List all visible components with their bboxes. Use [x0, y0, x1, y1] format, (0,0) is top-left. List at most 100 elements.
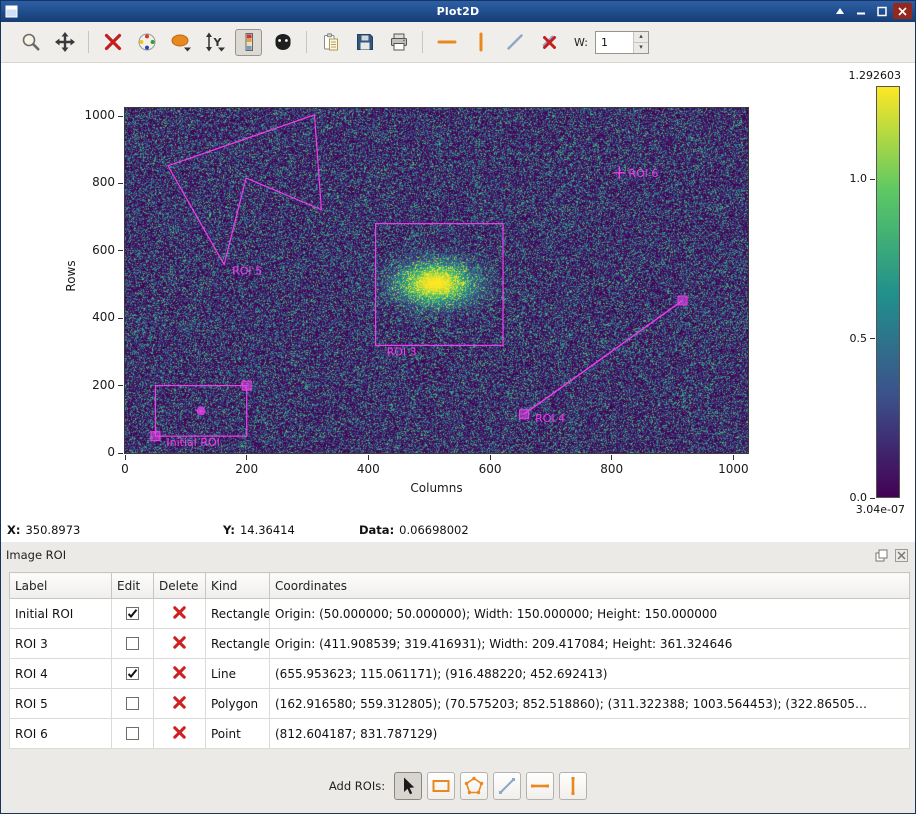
roi-table-header-row: Label Edit Delete Kind Coordinates: [10, 573, 910, 599]
roi-label: ROI 4: [535, 412, 565, 425]
pan-mode-button[interactable]: [51, 29, 78, 56]
roi-handle[interactable]: [242, 381, 251, 390]
add-roi-line-button[interactable]: [493, 772, 521, 800]
header-label[interactable]: Label: [10, 573, 112, 599]
colormap-button[interactable]: [133, 29, 160, 56]
roi-delete-cell: [154, 689, 206, 719]
minimize-button[interactable]: [851, 3, 870, 19]
titlebar[interactable]: Plot2D: [1, 1, 915, 22]
roi-coordinates-cell: (655.953623; 115.061171); (916.488220; 4…: [270, 659, 910, 689]
edit-checkbox[interactable]: [126, 727, 139, 740]
roi-table-row[interactable]: ROI 6Point(812.604187; 831.787129): [10, 719, 910, 749]
horizontal-line-roi-icon: [529, 775, 551, 797]
x-tick-mark: [246, 455, 247, 460]
spin-up-button[interactable]: ▴: [634, 32, 648, 43]
roi-handle[interactable]: [151, 432, 160, 441]
polygon-roi-icon: [463, 775, 485, 797]
add-roi-vertical-line-button[interactable]: [559, 772, 587, 800]
remove-button[interactable]: [99, 29, 126, 56]
edit-checkbox[interactable]: [126, 667, 139, 680]
save-button[interactable]: [351, 29, 378, 56]
x-tick-label: 200: [225, 462, 269, 476]
roi-coordinates-cell: (162.916580; 559.312805); (70.575203; 85…: [270, 689, 910, 719]
colorbar-tick-mark: [870, 498, 875, 499]
roi-shape-rectangle[interactable]: [376, 224, 503, 346]
x-tick-label: 0: [103, 462, 147, 476]
plot2d-window: Plot2D Y W: ▴ ▾: [0, 0, 916, 814]
copy-button[interactable]: [317, 29, 344, 56]
aspect-ratio-button[interactable]: [167, 29, 194, 56]
svg-text:Y: Y: [212, 36, 222, 49]
close-button[interactable]: [893, 3, 912, 19]
profile-diagonal-icon: [504, 31, 526, 53]
roi-label: ROI 3: [387, 345, 417, 358]
roi-table-row[interactable]: ROI 3RectangleOrigin: (411.908539; 319.4…: [10, 629, 910, 659]
roi-edit-cell: [112, 599, 154, 629]
dock-close-button[interactable]: [893, 547, 909, 563]
delete-roi-button[interactable]: [170, 694, 190, 714]
minimize-icon: [855, 6, 867, 16]
colorbar-button[interactable]: [235, 29, 262, 56]
profile-horizontal-button[interactable]: [433, 29, 460, 56]
dock-header[interactable]: Image ROI: [1, 542, 915, 568]
roi-table-row[interactable]: ROI 4Line(655.953623; 115.061171); (916.…: [10, 659, 910, 689]
edit-checkbox[interactable]: [126, 697, 139, 710]
colorbar-gradient[interactable]: [876, 86, 900, 498]
roi-handle[interactable]: [520, 410, 529, 419]
y-axis-orientation-button[interactable]: Y: [201, 29, 228, 56]
print-button[interactable]: [385, 29, 412, 56]
roi-label-cell[interactable]: ROI 5: [10, 689, 112, 719]
status-x: X:350.8973: [7, 523, 80, 537]
zoom-mode-button[interactable]: [17, 29, 44, 56]
shade-button[interactable]: [830, 3, 849, 19]
dock-title: Image ROI: [6, 548, 66, 562]
delete-x-icon: [172, 635, 187, 650]
profile-vertical-button[interactable]: [467, 29, 494, 56]
roi-label-cell[interactable]: Initial ROI: [10, 599, 112, 629]
dock-float-button[interactable]: [873, 547, 889, 563]
palette-icon: [136, 31, 158, 53]
roi-handle[interactable]: [678, 296, 687, 305]
delete-roi-button[interactable]: [170, 724, 190, 744]
x-tick-mark: [733, 455, 734, 460]
roi-label-cell[interactable]: ROI 4: [10, 659, 112, 689]
add-roi-rectangle-button[interactable]: [427, 772, 455, 800]
roi-shape-polygon[interactable]: [168, 115, 321, 265]
header-coordinates[interactable]: Coordinates: [270, 573, 910, 599]
mask-button[interactable]: [269, 29, 296, 56]
y-tick-label: 800: [67, 175, 115, 189]
edit-checkbox[interactable]: [126, 637, 139, 650]
header-edit[interactable]: Edit: [112, 573, 154, 599]
header-kind[interactable]: Kind: [206, 573, 270, 599]
window-title: Plot2D: [1, 5, 915, 18]
roi-coordinates-cell: (812.604187; 831.787129): [270, 719, 910, 749]
add-roi-horizontal-line-button[interactable]: [526, 772, 554, 800]
roi-table-row[interactable]: Initial ROIRectangleOrigin: (50.000000; …: [10, 599, 910, 629]
maximize-button[interactable]: [872, 3, 891, 19]
x-tick-label: 800: [590, 462, 634, 476]
delete-roi-button[interactable]: [170, 634, 190, 654]
roi-label-cell[interactable]: ROI 3: [10, 629, 112, 659]
add-roi-pointer-button[interactable]: [394, 772, 422, 800]
roi-coordinates-cell: Origin: (411.908539; 319.416931); Width:…: [270, 629, 910, 659]
delete-roi-button[interactable]: [170, 604, 190, 624]
chevron-down-icon: [184, 48, 191, 52]
roi-table-row[interactable]: ROI 5Polygon(162.916580; 559.312805); (7…: [10, 689, 910, 719]
y-axis-icon: Y: [204, 31, 226, 53]
toolbar-separator: [306, 31, 307, 53]
roi-shape-line[interactable]: [524, 300, 683, 414]
float-icon: [875, 549, 888, 562]
roi-delete-cell: [154, 629, 206, 659]
width-input[interactable]: [596, 32, 633, 53]
edit-checkbox[interactable]: [126, 607, 139, 620]
spin-down-button[interactable]: ▾: [634, 43, 648, 53]
roi-edit-cell: [112, 719, 154, 749]
delete-roi-button[interactable]: [170, 664, 190, 684]
roi-label-cell[interactable]: ROI 6: [10, 719, 112, 749]
add-roi-polygon-button[interactable]: [460, 772, 488, 800]
header-delete[interactable]: Delete: [154, 573, 206, 599]
roi-center-handle[interactable]: [197, 406, 206, 415]
profile-diagonal-button[interactable]: [501, 29, 528, 56]
image-roi-dock: Image ROI Label Edit Delete Kind Coordin…: [1, 542, 915, 813]
profile-clear-button[interactable]: [535, 29, 562, 56]
